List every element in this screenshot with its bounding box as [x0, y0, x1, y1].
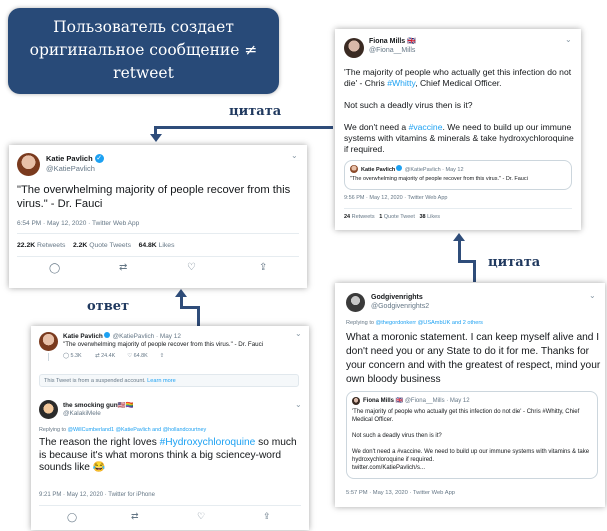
godgiven-name[interactable]: Godgivenrights	[371, 293, 429, 302]
katie-stats: 22.2K Retweets 2.2K Quote Tweets 64.8K L…	[17, 242, 174, 249]
katie-name[interactable]: Katie Pavlich	[46, 154, 93, 163]
katie-retweets-link[interactable]: 22.2K Retweets	[17, 242, 65, 249]
smocking-gun-tweet-text: The reason the right loves #Hydroxychlor…	[39, 437, 297, 473]
reply-timestamp[interactable]: 9:21 PM · May 12, 2020 · Twitter for iPh…	[39, 492, 155, 498]
quote-arrow-right-shaft	[458, 240, 461, 262]
quote-arrow-right-head	[453, 233, 465, 241]
katie-tweet-text: "The overwhelming majority of people rec…	[17, 184, 291, 210]
smocking-gun-avatar[interactable]	[39, 400, 58, 419]
thread-reply-icon[interactable]: ◯	[63, 353, 69, 359]
quoted-fiona-avatar	[352, 397, 360, 405]
katie-tweet-card[interactable]: Katie Pavlich ✓ @KatiePavlich ⌄ "The over…	[9, 145, 307, 288]
title-text: Пользователь создает оригинальное сообще…	[29, 18, 258, 82]
fiona-avatar[interactable]	[344, 38, 364, 58]
reply-thread-card[interactable]: Katie Pavlich @KatiePavlich · May 12 ⌄ "…	[31, 326, 309, 530]
quote-label-top: цитата	[229, 104, 282, 119]
thread-katie-avatar[interactable]	[39, 332, 58, 351]
reply-arrow-drop	[197, 306, 200, 326]
hashtag-hydroxychloroquine[interactable]: #Hydroxychloroquine	[160, 437, 256, 448]
katie-avatar[interactable]	[17, 153, 40, 176]
godgiven-tweet-card[interactable]: Godgivenrights @Godgivenrights2 ⌄ Replyi…	[335, 283, 605, 507]
thread-share-icon[interactable]: ⇪	[160, 353, 165, 359]
thread-katie-handle[interactable]: @KatiePavlich · May 12	[113, 333, 181, 340]
thread-katie-more-icon[interactable]: ⌄	[295, 329, 302, 338]
fiona-tweet-card[interactable]: Fiona Mills 🇬🇧 @Fiona__Mills ⌄ 'The majo…	[335, 29, 581, 230]
reply-reply-icon[interactable]: ◯	[67, 512, 77, 523]
suspended-notice: This Tweet is from a suspended account. …	[39, 374, 299, 387]
like-icon[interactable]: ♡	[187, 262, 196, 273]
godgiven-avatar[interactable]	[346, 293, 365, 312]
hashtag-whitty[interactable]: #Whitty	[387, 78, 415, 88]
quote-arrow-top-line	[155, 126, 333, 129]
godgiven-reply-users-link[interactable]: @thegordonkerr @USAmbUK and 2 others	[376, 320, 483, 326]
fiona-quoted-tweet[interactable]: Katie Pavlich @KatiePavlich · May 12 "Th…	[344, 160, 572, 190]
learn-more-link[interactable]: Learn more	[147, 378, 176, 384]
katie-handle[interactable]: @KatiePavlich	[46, 164, 104, 174]
quote-arrow-right-drop	[473, 260, 476, 282]
thread-katie-text: "The overwhelming majority of people rec…	[63, 341, 264, 348]
fiona-more-icon[interactable]: ⌄	[565, 35, 572, 44]
fiona-timestamp[interactable]: 9:56 PM · May 12, 2020 · Twitter Web App	[344, 195, 447, 201]
reply-arrow-head	[175, 289, 187, 297]
godgiven-quoted-tweet[interactable]: Fiona Mills 🇬🇧 @Fiona__Mills · May 12 'T…	[346, 391, 598, 479]
reply-replying-to: Replying to @WillCumberland1 @KatiePavli…	[39, 427, 207, 433]
godgiven-tweet-text: What a moronic statement. I can keep mys…	[346, 332, 601, 385]
reply-retweet-icon[interactable]: ⇄	[131, 511, 139, 522]
godgiven-handle[interactable]: @Godgivenrights2	[371, 302, 429, 311]
reply-share-icon[interactable]: ⇪	[263, 511, 271, 522]
share-icon[interactable]: ⇪	[259, 262, 267, 273]
fiona-likes-link[interactable]: 38 Likes	[419, 214, 440, 220]
reply-users-link[interactable]: @WillCumberland1 @KatiePavlich and @holl…	[67, 427, 206, 433]
reply-label: ответ	[87, 299, 130, 314]
fiona-retweets-link[interactable]: 24 Retweets	[344, 214, 375, 220]
hashtag-vaccine[interactable]: #vaccine	[409, 122, 443, 132]
godgiven-more-icon[interactable]: ⌄	[589, 291, 596, 300]
title-box: Пользователь создает оригинальное сообще…	[8, 8, 279, 94]
thread-parent-actions: ◯ 5.3K ⇄ 24.4K ♡ 64.8K ⇪	[63, 353, 165, 359]
thread-like-icon[interactable]: ♡	[127, 353, 132, 359]
retweet-icon[interactable]: ⇄	[119, 262, 127, 273]
quote-arrow-top-head	[150, 134, 162, 142]
fiona-handle[interactable]: @Fiona__Mills	[369, 46, 416, 55]
fiona-name[interactable]: Fiona Mills 🇬🇧	[369, 37, 416, 46]
reply-icon[interactable]: ◯	[49, 263, 60, 274]
fiona-stats: 24 Retweets 1 Quote Tweet 38 Likes	[344, 214, 440, 220]
thread-katie-name[interactable]: Katie Pavlich	[63, 333, 103, 340]
reply-like-icon[interactable]: ♡	[197, 511, 205, 522]
godgiven-replying-to: Replying to @thegordonkerr @USAmbUK and …	[346, 320, 483, 326]
quote-label-right: цитата	[488, 255, 541, 270]
katie-more-icon[interactable]: ⌄	[291, 151, 298, 160]
verified-icon: ✓	[94, 154, 104, 163]
katie-quotes-link[interactable]: 2.2K Quote Tweets	[73, 242, 131, 249]
katie-likes-link[interactable]: 64.8K Likes	[139, 242, 175, 249]
fiona-tweet-text: 'The majority of people who actually get…	[344, 67, 574, 154]
fiona-quotes-link[interactable]: 1 Quote Tweet	[379, 214, 415, 220]
smocking-gun-name[interactable]: the smocking gun🇺🇸🏳️‍🌈	[63, 402, 134, 410]
quoted-katie-avatar	[350, 165, 358, 173]
godgiven-timestamp[interactable]: 5:57 PM · May 13, 2020 · Twitter Web App	[346, 490, 455, 496]
katie-timestamp[interactable]: 6:54 PM · May 12, 2020 · Twitter Web App	[17, 220, 139, 227]
thread-retweet-icon[interactable]: ⇄	[95, 353, 100, 359]
smocking-gun-more-icon[interactable]: ⌄	[295, 400, 302, 409]
smocking-gun-handle[interactable]: @KalakiMele	[63, 410, 134, 418]
